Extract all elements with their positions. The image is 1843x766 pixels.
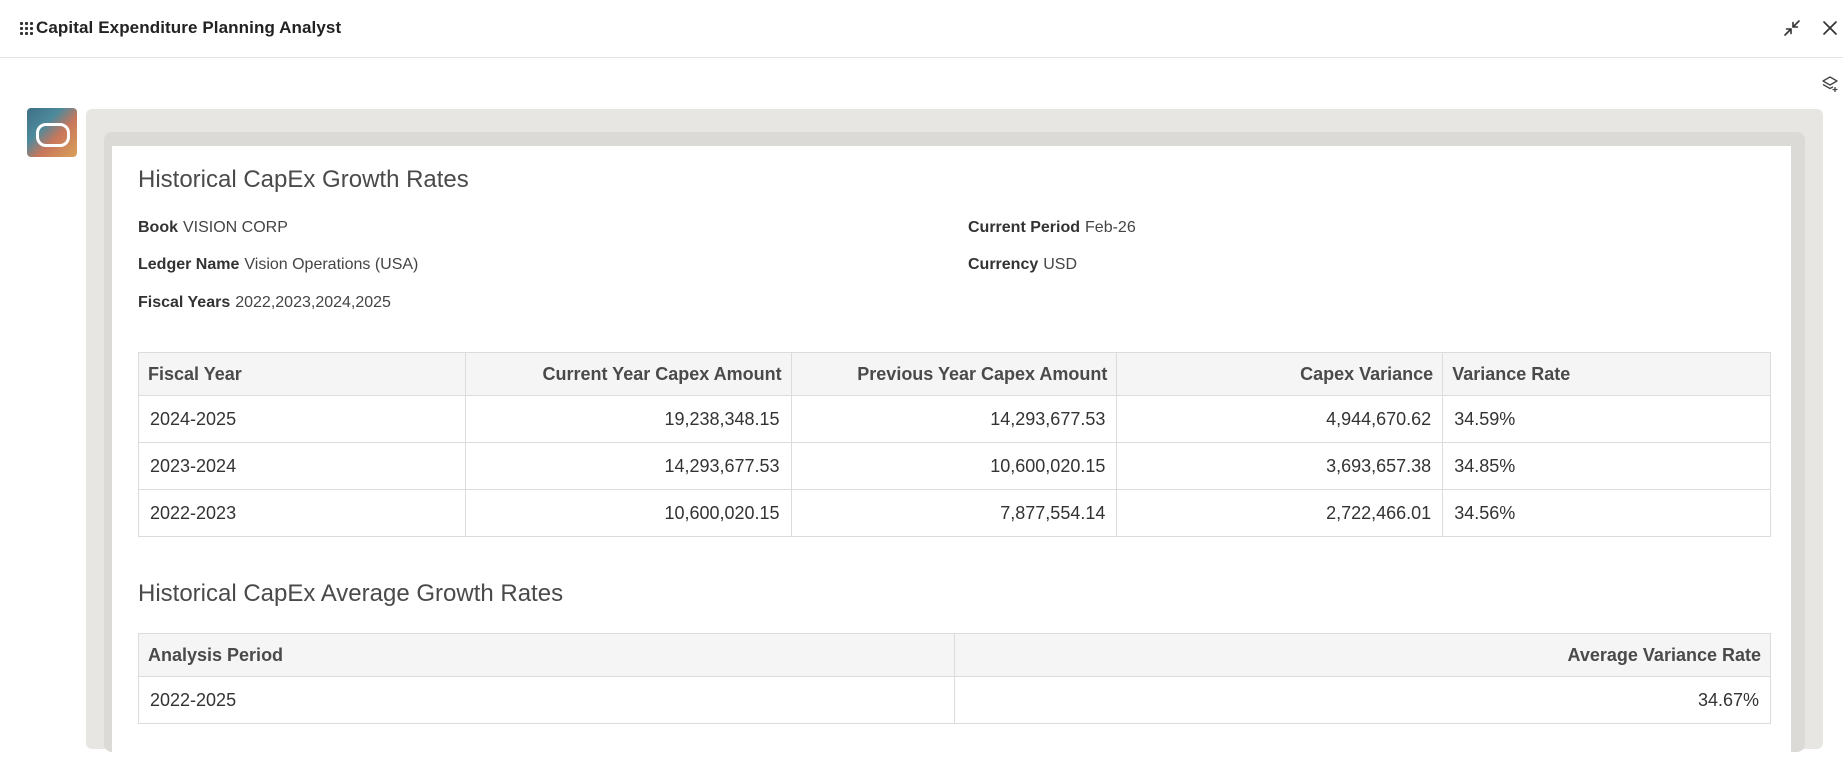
cell-capex-variance: 2,722,466.01 bbox=[1116, 489, 1444, 537]
cell-variance-rate: 34.85% bbox=[1442, 442, 1771, 490]
growth-rates-table: Fiscal Year Current Year Capex Amount Pr… bbox=[138, 352, 1771, 537]
column-header-analysis-period[interactable]: Analysis Period bbox=[138, 633, 955, 677]
column-header-variance-rate[interactable]: Variance Rate bbox=[1442, 352, 1771, 396]
cell-current-year-capex: 14,293,677.53 bbox=[464, 442, 792, 490]
current-period-field: Current Period Feb-26 bbox=[968, 219, 1136, 237]
table-row: 2024-2025 19,238,348.15 14,293,677.53 4,… bbox=[138, 395, 1771, 443]
collapse-button[interactable] bbox=[1780, 16, 1804, 40]
table-header-row: Analysis Period Average Variance Rate bbox=[138, 633, 1771, 677]
column-header-capex-variance[interactable]: Capex Variance bbox=[1116, 352, 1444, 396]
current-period-value: Feb-26 bbox=[1085, 219, 1136, 236]
cell-capex-variance: 4,944,670.62 bbox=[1116, 395, 1444, 443]
cell-previous-year-capex: 14,293,677.53 bbox=[790, 395, 1118, 443]
table-row: 2022-2023 10,600,020.15 7,877,554.14 2,7… bbox=[138, 489, 1771, 537]
cell-current-year-capex: 10,600,020.15 bbox=[464, 489, 792, 537]
column-header-fiscal-year[interactable]: Fiscal Year bbox=[138, 352, 466, 396]
cell-previous-year-capex: 10,600,020.15 bbox=[790, 442, 1118, 490]
oracle-logo-icon bbox=[27, 108, 77, 157]
cell-variance-rate: 34.59% bbox=[1442, 395, 1771, 443]
book-value: VISION CORP bbox=[183, 219, 288, 236]
layers-icon bbox=[1822, 76, 1838, 92]
layers-button[interactable] bbox=[1820, 74, 1840, 94]
fiscal-years-field: Fiscal Years 2022,2023,2024,2025 bbox=[138, 294, 391, 312]
table-header-row: Fiscal Year Current Year Capex Amount Pr… bbox=[138, 352, 1771, 396]
cell-current-year-capex: 19,238,348.15 bbox=[464, 395, 792, 443]
fiscal-years-value: 2022,2023,2024,2025 bbox=[235, 294, 391, 311]
cell-previous-year-capex: 7,877,554.14 bbox=[790, 489, 1118, 537]
title-bar: Capital Expenditure Planning Analyst bbox=[0, 0, 1843, 58]
average-growth-rates-table: Analysis Period Average Variance Rate 20… bbox=[138, 633, 1771, 724]
cell-capex-variance: 3,693,657.38 bbox=[1116, 442, 1444, 490]
column-header-average-variance-rate[interactable]: Average Variance Rate bbox=[953, 633, 1771, 677]
table-row: 2022-2025 34.67% bbox=[138, 676, 1771, 724]
grid-dots-icon[interactable] bbox=[20, 22, 34, 36]
currency-field: Currency USD bbox=[968, 256, 1077, 274]
growth-rates-title: Historical CapEx Growth Rates bbox=[138, 166, 469, 193]
collapse-icon bbox=[1784, 20, 1800, 36]
ledger-field: Ledger Name Vision Operations (USA) bbox=[138, 256, 418, 274]
column-header-current-year-capex[interactable]: Current Year Capex Amount bbox=[464, 352, 792, 396]
app-title: Capital Expenditure Planning Analyst bbox=[36, 18, 342, 37]
fiscal-years-label: Fiscal Years bbox=[138, 294, 231, 311]
close-icon bbox=[1823, 21, 1837, 35]
cell-fiscal-year: 2023-2024 bbox=[138, 442, 466, 490]
currency-label: Currency bbox=[968, 256, 1039, 273]
table-row: 2023-2024 14,293,677.53 10,600,020.15 3,… bbox=[138, 442, 1771, 490]
currency-value: USD bbox=[1043, 256, 1078, 273]
close-button[interactable] bbox=[1818, 16, 1842, 40]
average-growth-rates-title: Historical CapEx Average Growth Rates bbox=[138, 580, 564, 607]
current-period-label: Current Period bbox=[968, 219, 1081, 236]
cell-average-variance-rate: 34.67% bbox=[953, 676, 1771, 724]
cell-variance-rate: 34.56% bbox=[1442, 489, 1771, 537]
cell-fiscal-year: 2024-2025 bbox=[138, 395, 466, 443]
cell-analysis-period: 2022-2025 bbox=[138, 676, 955, 724]
book-label: Book bbox=[138, 219, 178, 236]
ledger-value: Vision Operations (USA) bbox=[244, 256, 419, 273]
column-header-previous-year-capex[interactable]: Previous Year Capex Amount bbox=[790, 352, 1118, 396]
ledger-label: Ledger Name bbox=[138, 256, 240, 273]
cell-fiscal-year: 2022-2023 bbox=[138, 489, 466, 537]
book-field: Book VISION CORP bbox=[138, 219, 288, 237]
